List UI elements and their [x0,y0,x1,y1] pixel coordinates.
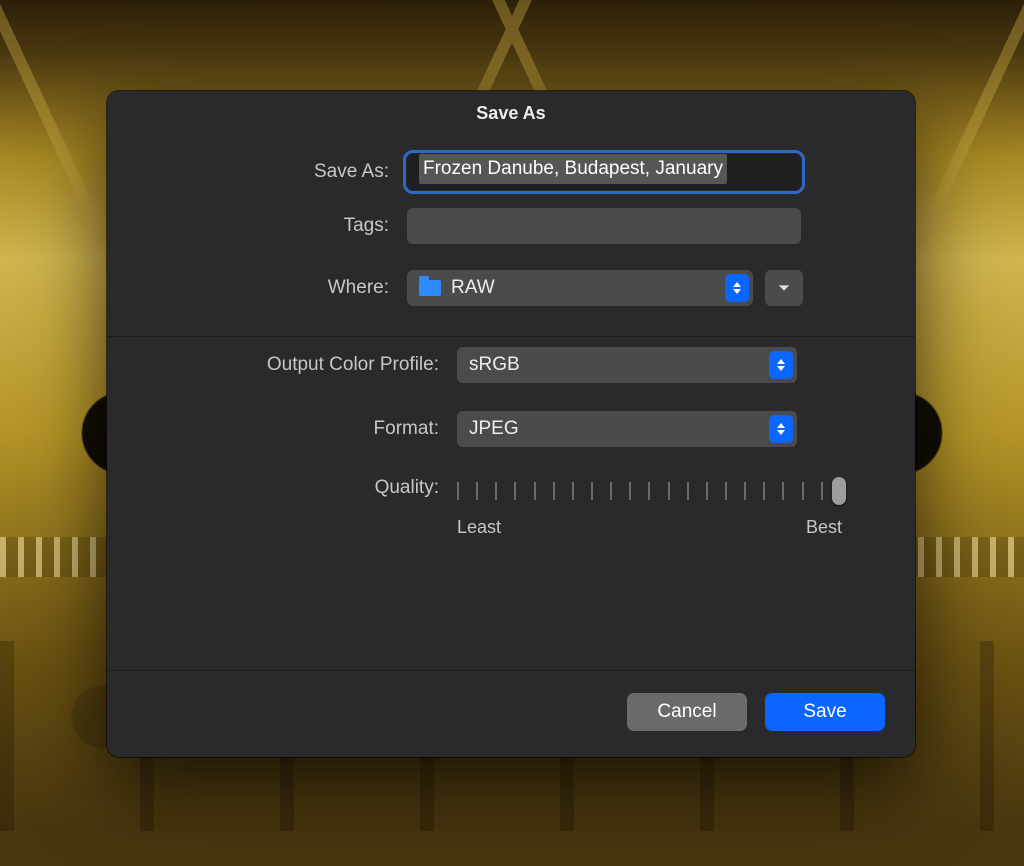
updown-stepper-icon [725,274,749,302]
where-row: Where: RAW [147,270,875,306]
quality-slider-area: Least Best [457,475,842,538]
updown-stepper-icon [769,351,793,379]
saveas-row: Save As: Frozen Danube, Budapest, Januar… [147,154,875,190]
tags-row: Tags: [147,208,875,244]
color-profile-label: Output Color Profile: [147,354,457,376]
where-label: Where: [147,277,407,299]
format-row: Format: JPEG [147,411,875,447]
format-popup[interactable]: JPEG [457,411,797,447]
slider-thumb[interactable] [832,477,846,505]
options-section: Output Color Profile: sRGB Format: JPEG … [107,337,915,562]
where-popup[interactable]: RAW [407,270,753,306]
quality-slider[interactable] [457,479,842,503]
color-profile-popup[interactable]: sRGB [457,347,797,383]
tags-label: Tags: [147,215,407,237]
slider-range-labels: Least Best [457,517,842,538]
dialog-footer: Cancel Save [107,670,915,757]
format-label: Format: [147,418,457,440]
filename-selected-text: Frozen Danube, Budapest, January [419,154,727,184]
dialog-title: Save As [107,91,915,134]
folder-icon [419,280,441,296]
saveas-label: Save As: [147,161,407,183]
save-as-dialog: Save As Save As: Frozen Danube, Budapest… [107,91,915,757]
save-button[interactable]: Save [765,693,885,731]
quality-row: Quality: Least Best [147,475,875,538]
quality-label: Quality: [147,475,457,499]
chevron-down-icon [777,281,791,295]
quality-min-label: Least [457,517,501,538]
expand-save-panel-button[interactable] [765,270,803,306]
slider-ticks [457,479,842,503]
cancel-button[interactable]: Cancel [627,693,747,731]
filename-input[interactable]: Frozen Danube, Budapest, January [407,154,801,190]
tags-input[interactable] [407,208,801,244]
quality-max-label: Best [806,517,842,538]
color-profile-row: Output Color Profile: sRGB [147,347,875,383]
where-value: RAW [451,277,495,299]
file-section: Save As: Frozen Danube, Budapest, Januar… [107,134,915,336]
format-value: JPEG [469,418,519,440]
color-profile-value: sRGB [469,354,520,376]
updown-stepper-icon [769,415,793,443]
